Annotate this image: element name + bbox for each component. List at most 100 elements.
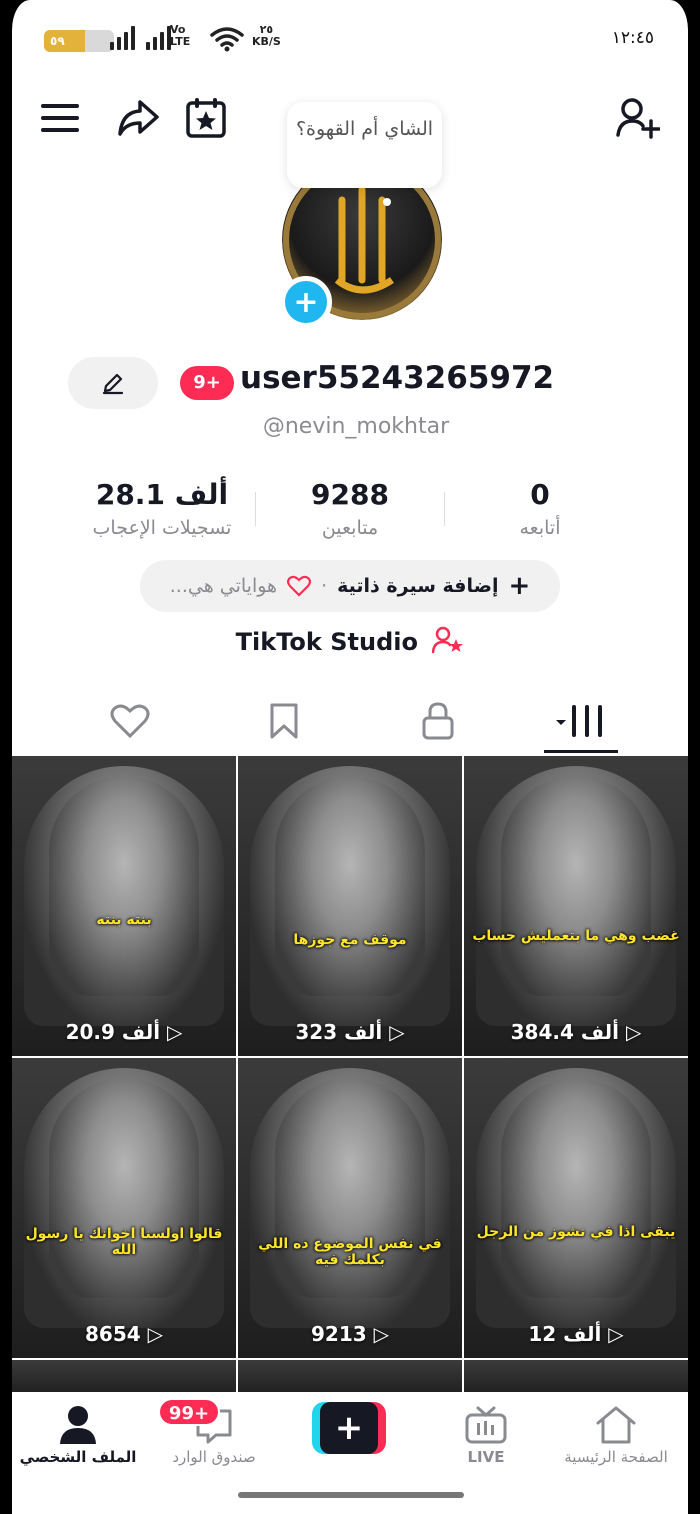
- network-speed: ٢٥ KB/S: [252, 24, 281, 48]
- video-thumbnail[interactable]: غضب وهي ما بتعمليش حساب 384.4 ألف ▷: [464, 756, 688, 1056]
- share-arrow-icon: [118, 100, 159, 136]
- view-count-text: 384.4 ألف: [510, 1020, 620, 1044]
- following-count: 0: [530, 478, 550, 511]
- video-thumbnail-partial[interactable]: [464, 1360, 688, 1396]
- nav-profile-label: الملف الشخصي: [19, 1448, 137, 1466]
- nav-home-label: الصفحة الرئيسية: [564, 1448, 668, 1466]
- battery-level: ٥٩: [50, 34, 65, 48]
- view-count-text: 20.9 ألف: [65, 1020, 161, 1044]
- hamburger-menu-icon: [41, 104, 79, 132]
- view-count: 323 ألف ▷: [295, 1020, 405, 1044]
- view-count: 12 ألف ▷: [528, 1322, 624, 1346]
- video-caption: يبقى اذا في نشوز من الرجل: [476, 1224, 676, 1240]
- video-caption: غضب وهي ما بتعمليش حساب: [472, 928, 680, 944]
- add-user-icon: [616, 98, 660, 139]
- status-bar: ٥٩ Vo LTE ٢٥ KB/S ١٢:٤٥: [12, 0, 688, 80]
- note-bubble[interactable]: الشاي أم القهوة؟: [287, 102, 442, 188]
- add-bio-button[interactable]: + إضافة سيرة ذاتية · هواياتي هي...: [140, 560, 560, 612]
- speed-unit: KB/S: [252, 35, 281, 48]
- create-button[interactable]: +: [312, 1402, 386, 1454]
- tab-videos[interactable]: [552, 696, 612, 746]
- following-stat[interactable]: 0 أتابعه: [440, 478, 640, 539]
- bookmark-icon: [270, 703, 298, 739]
- video-thumbnail[interactable]: يبقى اذا في نشوز من الرجل 12 ألف ▷: [464, 1058, 688, 1358]
- tiktok-profile-screen: ٥٩ Vo LTE ٢٥ KB/S ١٢:٤٥ الشاي أم القهوة؟…: [0, 0, 700, 1514]
- content-tabs: [12, 690, 688, 756]
- signal-icon: [110, 26, 135, 50]
- tab-liked[interactable]: [100, 696, 160, 746]
- view-count: 384.4 ألف ▷: [510, 1020, 642, 1044]
- tab-saved[interactable]: [254, 696, 314, 746]
- network-type: Vo LTE: [170, 23, 191, 48]
- view-count: 8654 ▷: [84, 1322, 163, 1346]
- following-label: أتابعه: [519, 517, 561, 539]
- bio-separator: ·: [321, 575, 328, 597]
- video-thumbnail[interactable]: قالوا اولسنا اخوانك يا رسول الله 8654 ▷: [12, 1058, 236, 1358]
- heart-outline-icon: [110, 704, 150, 739]
- likes-label: تسجيلات الإعجاب: [92, 517, 232, 539]
- thumbnail-face: [501, 1078, 651, 1298]
- heart-icon: [287, 575, 312, 597]
- video-thumbnail[interactable]: موقف مع جوزها 323 ألف ▷: [238, 756, 462, 1056]
- followers-stat[interactable]: 9288 متابعين: [250, 478, 450, 539]
- add-bio-label: إضافة سيرة ذاتية: [337, 575, 499, 597]
- live-tv-icon: [465, 1406, 507, 1444]
- username: user55243265972: [240, 360, 555, 396]
- followers-label: متابعين: [321, 517, 379, 539]
- add-friend-button[interactable]: [616, 96, 660, 140]
- thumbnail-face: [275, 776, 425, 996]
- view-count: 9213 ▷: [310, 1322, 389, 1346]
- nav-profile[interactable]: الملف الشخصي: [18, 1402, 138, 1466]
- notification-badge[interactable]: 9+: [180, 366, 234, 400]
- view-count-text: 9213: [310, 1322, 367, 1346]
- nav-live[interactable]: LIVE: [426, 1402, 546, 1466]
- video-caption: موقف مع جوزها: [293, 932, 407, 948]
- battery-indicator: ٥٩: [44, 30, 114, 52]
- lock-icon: [422, 702, 454, 740]
- view-count-text: 12 ألف: [528, 1322, 602, 1346]
- calendar-button[interactable]: [184, 96, 228, 140]
- create-plus-icon: +: [320, 1402, 378, 1454]
- clock: ١٢:٤٥: [611, 28, 654, 48]
- share-button[interactable]: [116, 96, 160, 140]
- video-thumbnail-partial[interactable]: [238, 1360, 462, 1396]
- pencil-icon: [102, 373, 124, 395]
- thumbnail-face: [501, 776, 651, 996]
- nav-home[interactable]: الصفحة الرئيسية: [556, 1402, 676, 1466]
- home-icon: [596, 1406, 636, 1444]
- wifi-icon: [210, 27, 244, 52]
- tab-private[interactable]: [408, 696, 468, 746]
- likes-count: 28.1 ألف: [95, 478, 229, 511]
- add-story-button[interactable]: +: [280, 276, 332, 328]
- video-caption: بنته بنته: [96, 912, 152, 928]
- studio-label: TikTok Studio: [235, 628, 418, 656]
- plus-icon: +: [508, 571, 531, 601]
- nav-inbox-label: صندوق الوارد: [172, 1448, 256, 1466]
- video-grid: بنته بنته 20.9 ألف ▷ موقف مع جوزها 323 أ…: [12, 756, 688, 1396]
- view-count-text: 8654: [84, 1322, 141, 1346]
- signal-icon-2: [146, 26, 171, 50]
- hobbies-placeholder: هواياتي هي...: [169, 575, 278, 597]
- profile-person-icon: [60, 1406, 96, 1444]
- edit-profile-button[interactable]: [68, 357, 158, 409]
- nav-live-label: LIVE: [467, 1448, 505, 1466]
- inbox-badge: 99+: [158, 1398, 220, 1426]
- menu-button[interactable]: [38, 96, 82, 140]
- followers-count: 9288: [311, 478, 389, 511]
- profile-stats: 28.1 ألف تسجيلات الإعجاب 9288 متابعين 0 …: [12, 478, 688, 548]
- videos-grid-icon: [556, 705, 602, 737]
- tiktok-studio-link[interactable]: TikTok Studio: [12, 626, 688, 656]
- view-count: 20.9 ألف ▷: [65, 1020, 183, 1044]
- thumbnail-face: [49, 1078, 199, 1298]
- video-thumbnail[interactable]: في نفس الموضوع ده اللي بكلمك فيه 9213 ▷: [238, 1058, 462, 1358]
- video-thumbnail-partial[interactable]: [12, 1360, 236, 1396]
- video-thumbnail[interactable]: بنته بنته 20.9 ألف ▷: [12, 756, 236, 1056]
- view-count-text: 323 ألف: [295, 1020, 383, 1044]
- video-caption: في نفس الموضوع ده اللي بكلمك فيه: [258, 1236, 442, 1268]
- active-tab-indicator: [544, 750, 618, 753]
- gesture-home-bar[interactable]: [238, 1492, 464, 1498]
- studio-icon: [432, 626, 464, 654]
- likes-stat[interactable]: 28.1 ألف تسجيلات الإعجاب: [62, 478, 262, 539]
- user-handle[interactable]: @nevin_mokhtar: [12, 414, 688, 439]
- video-caption: قالوا اولسنا اخوانك يا رسول الله: [25, 1226, 223, 1258]
